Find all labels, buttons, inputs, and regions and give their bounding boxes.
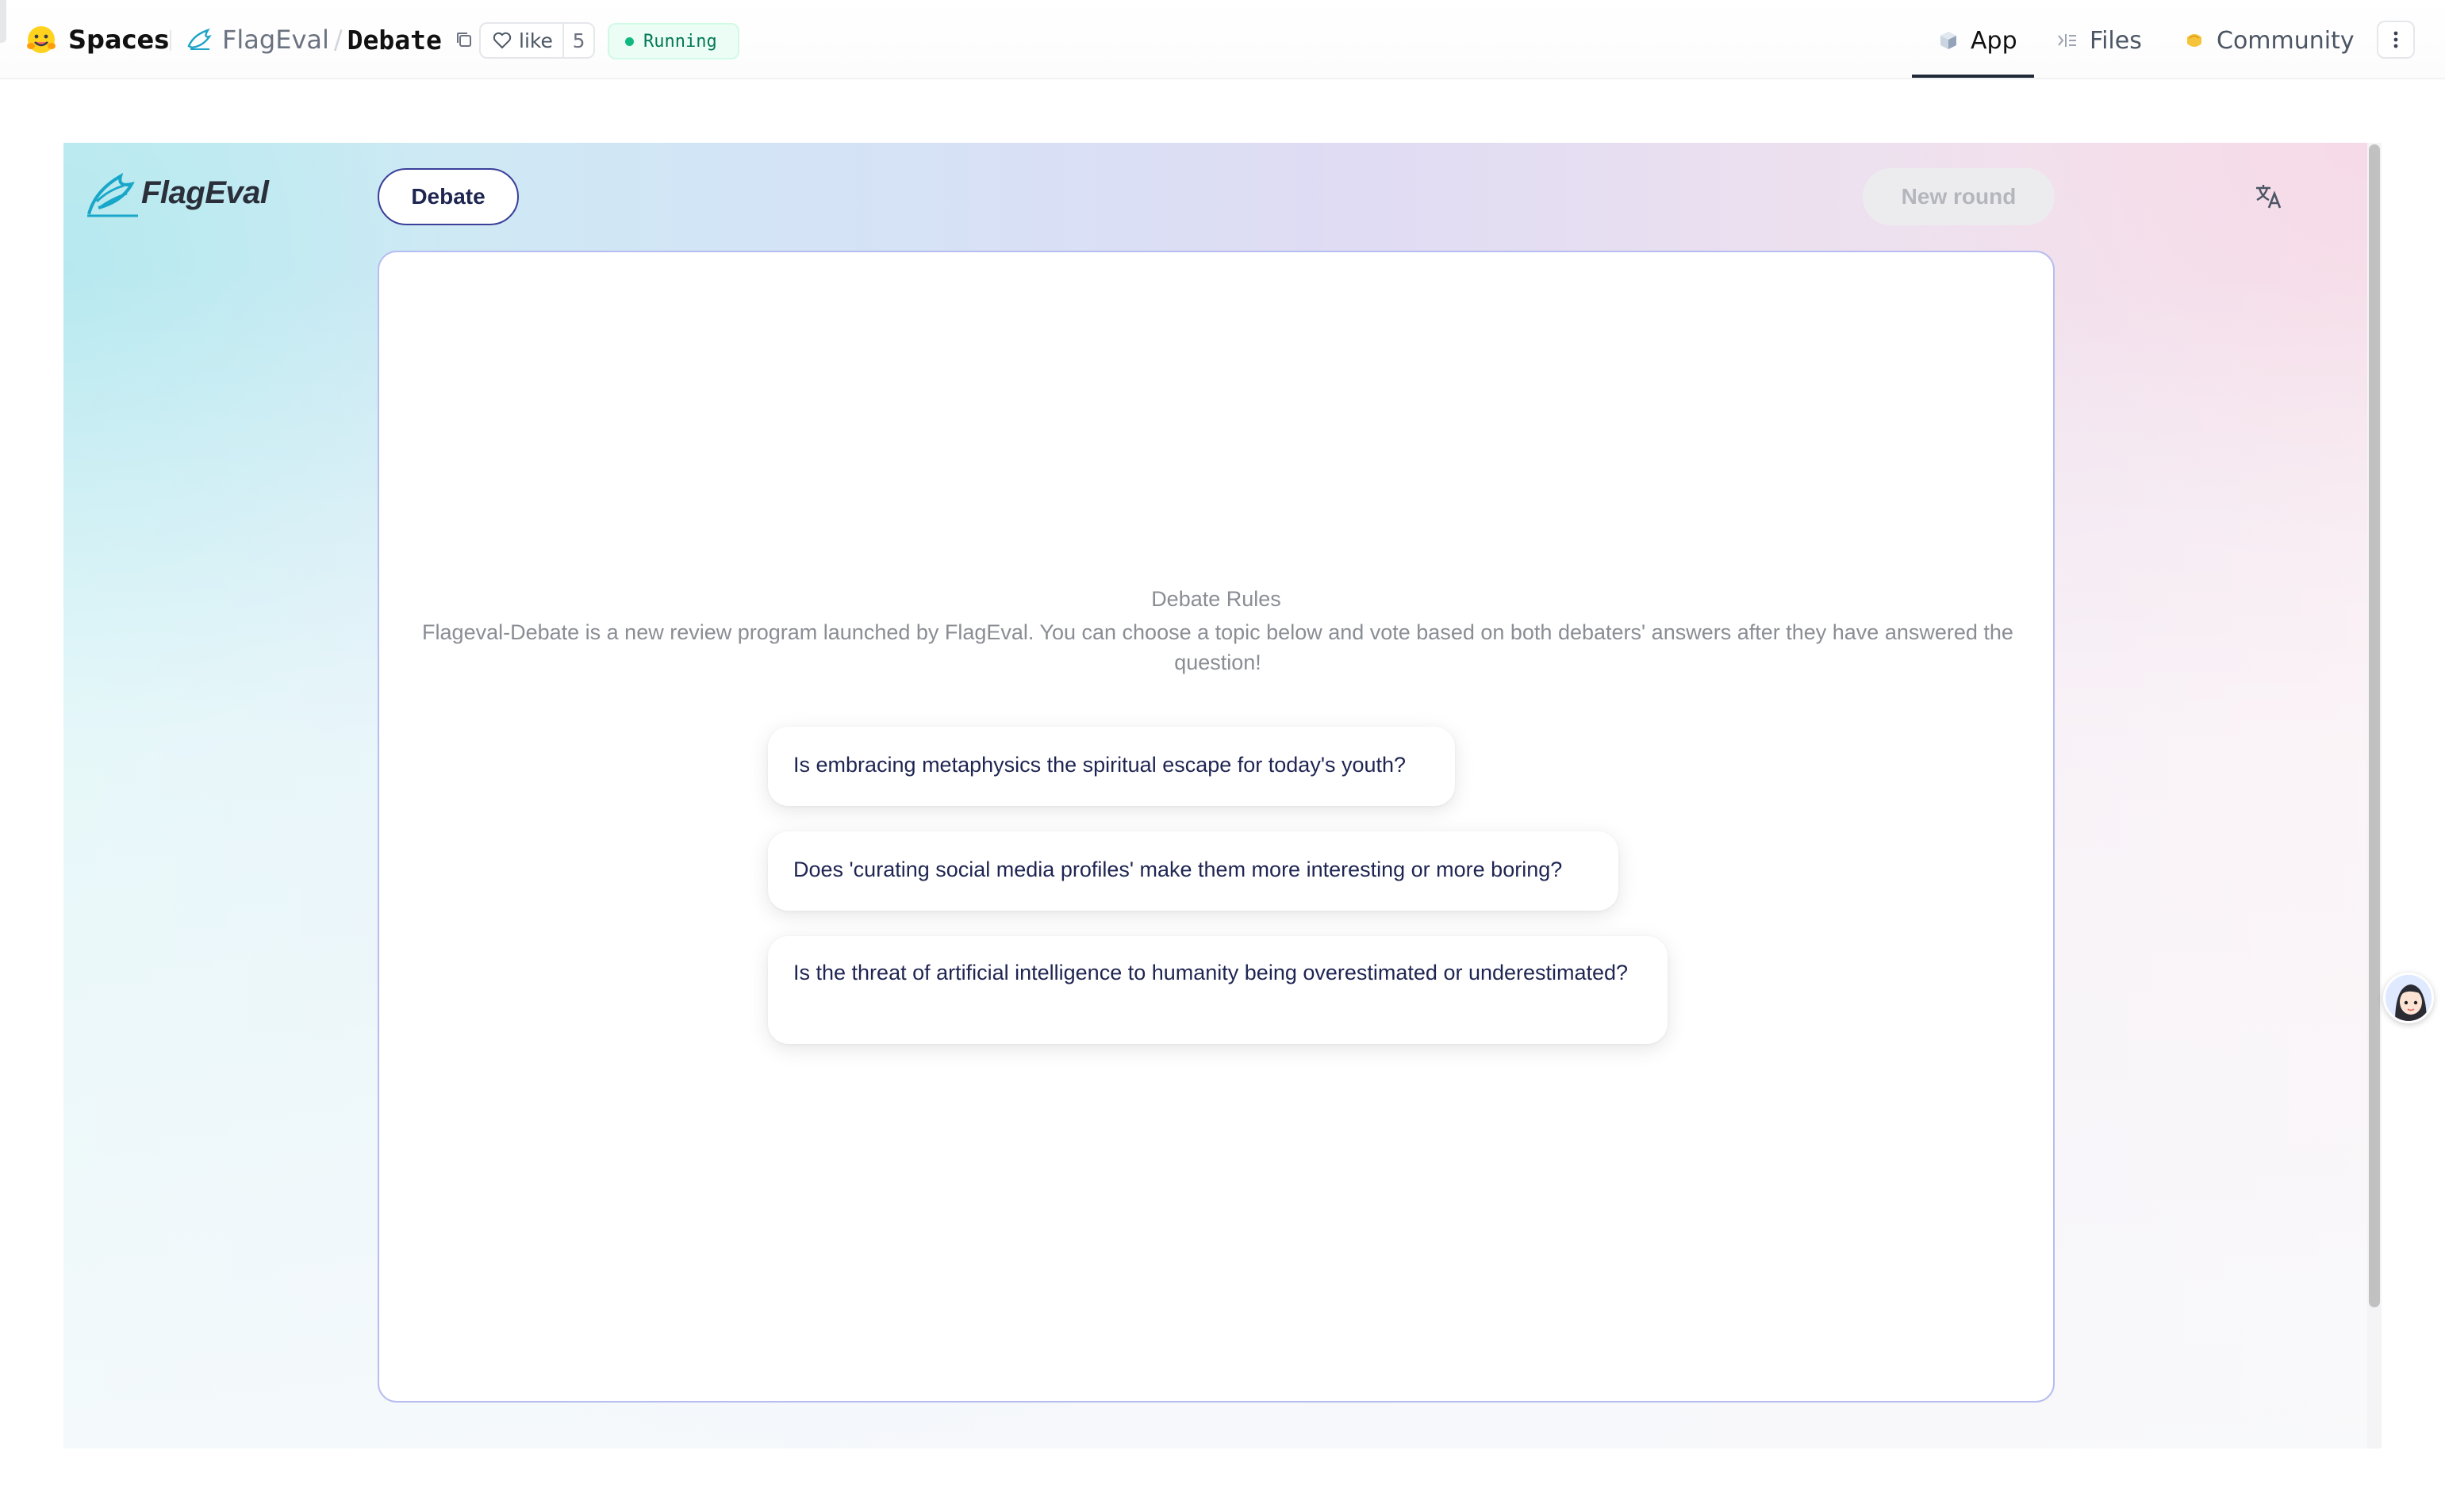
girl-avatar-icon <box>2386 975 2432 1021</box>
chat-panel: Debate Rules Flageval-Debate is a new re… <box>378 251 2055 1403</box>
tab-community[interactable]: Community <box>2183 19 2355 62</box>
tab-app[interactable]: App <box>1937 19 2017 62</box>
topic-text: Does 'curating social media profiles' ma… <box>793 858 1563 881</box>
topic-text: Is embracing metaphysics the spiritual e… <box>793 753 1407 777</box>
topic-suggestion[interactable]: Is the threat of artificial intelligence… <box>768 936 1668 1044</box>
flageval-logo-text: FlagEval <box>141 175 269 210</box>
scrollbar-thumb[interactable] <box>2369 144 2380 1307</box>
tab-app-label: App <box>1971 26 2017 55</box>
translate-icon[interactable] <box>2253 181 2285 213</box>
like-label: like <box>519 29 553 52</box>
rules-description: Flageval-Debate is a new review program … <box>422 620 2013 674</box>
vertical-dots-icon <box>2393 31 2398 48</box>
top-bar: Spaces FlagEval / Debate like 5 Running <box>0 0 2445 79</box>
status-dot-icon <box>625 36 634 46</box>
new-round-button[interactable]: New round <box>1863 168 2055 225</box>
topic-text: Is the threat of artificial intelligence… <box>793 961 1629 984</box>
tab-files-label: Files <box>2090 26 2142 55</box>
tab-community-label: Community <box>2217 26 2355 55</box>
hugging-face-logo-icon <box>27 26 56 53</box>
like-button[interactable]: like 5 <box>479 22 595 59</box>
app-cube-icon <box>1940 32 1956 49</box>
spaces-label: Spaces <box>68 25 170 55</box>
like-toggle[interactable]: like <box>481 24 562 57</box>
active-tab-indicator <box>1912 75 2034 78</box>
rules-title: Debate Rules <box>1151 587 1281 611</box>
like-count[interactable]: 5 <box>562 24 593 57</box>
sidebar-nub[interactable] <box>0 0 6 43</box>
space-name-link[interactable]: Debate <box>347 25 442 56</box>
status-badge[interactable]: Running <box>608 23 739 59</box>
divider <box>170 30 171 51</box>
flageval-wing-icon <box>87 172 138 217</box>
assistant-avatar[interactable] <box>2383 973 2434 1023</box>
files-icon <box>2058 34 2076 47</box>
more-options-button[interactable] <box>2377 21 2415 59</box>
community-icon <box>2187 34 2201 47</box>
heart-icon <box>493 32 512 49</box>
topic-suggestion[interactable]: Is embracing metaphysics the spiritual e… <box>768 727 1455 806</box>
flageval-logo: FlagEval <box>86 167 269 219</box>
flageval-avatar-icon <box>187 28 212 50</box>
tab-files[interactable]: Files <box>2056 19 2142 62</box>
breadcrumb: FlagEval / Debate <box>186 19 475 60</box>
debate-mode-button[interactable]: Debate <box>378 168 519 225</box>
topic-suggestion[interactable]: Does 'curating social media profiles' ma… <box>768 831 1618 911</box>
status-label: Running <box>643 31 717 52</box>
owner-link[interactable]: FlagEval <box>222 25 329 55</box>
spaces-brand[interactable]: Spaces <box>25 22 169 57</box>
copy-icon[interactable] <box>453 29 475 51</box>
breadcrumb-separator: / <box>333 25 343 55</box>
